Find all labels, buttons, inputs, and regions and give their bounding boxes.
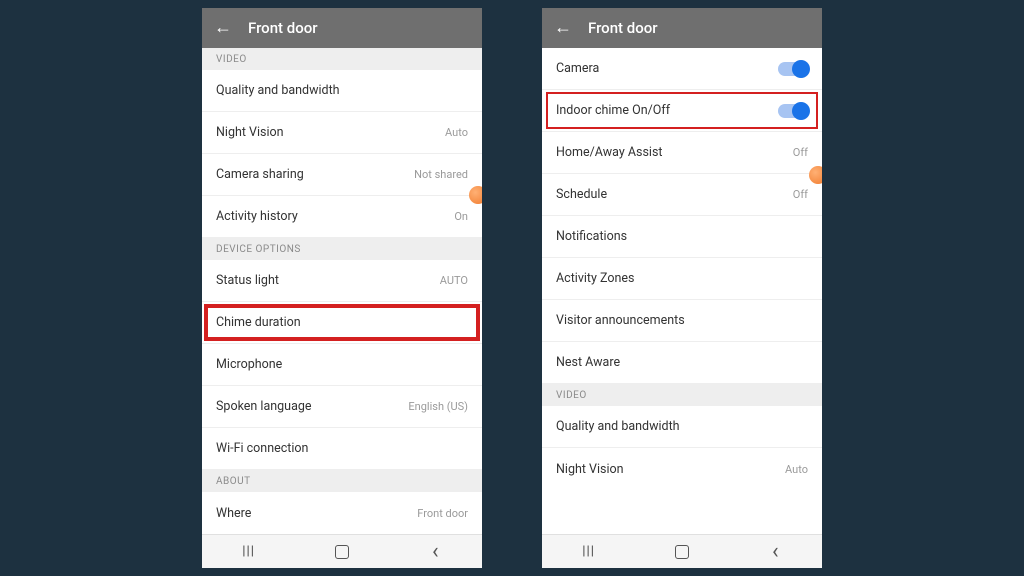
back-arrow-icon[interactable]: ← (214, 19, 232, 37)
row-label: Indoor chime On/Off (556, 103, 670, 118)
row-label: Camera (556, 61, 599, 76)
hint-dot-icon (809, 166, 822, 184)
row-value: Not shared (414, 168, 468, 181)
row-label: Night Vision (216, 125, 284, 140)
row-value: Auto (445, 126, 468, 139)
row-label: Schedule (556, 187, 607, 202)
row-label: Quality and bandwidth (216, 83, 340, 98)
nav-recent-icon[interactable] (577, 540, 601, 564)
row-label: Wi-Fi connection (216, 441, 308, 456)
toggle-switch[interactable] (778, 62, 808, 76)
row-label: Home/Away Assist (556, 145, 663, 160)
row-notifications[interactable]: Notifications (542, 216, 822, 258)
row-quality-bandwidth[interactable]: Quality and bandwidth (202, 70, 482, 112)
settings-list: Camera Indoor chime On/Off Home/Away Ass… (542, 48, 822, 534)
row-label: Night Vision (556, 462, 624, 477)
row-value: AUTO (440, 274, 468, 287)
section-device-options: DEVICE OPTIONS (202, 238, 482, 260)
row-schedule[interactable]: Schedule Off (542, 174, 822, 216)
page-title: Front door (248, 19, 318, 37)
row-value: On (454, 210, 468, 223)
row-value: English (US) (408, 400, 468, 413)
phone-right: ← Front door Camera Indoor chime On/Off … (542, 8, 822, 568)
row-value: Off (793, 188, 808, 201)
row-microphone[interactable]: Microphone (202, 344, 482, 386)
page-title: Front door (588, 19, 658, 37)
section-video: VIDEO (542, 384, 822, 406)
hint-dot-icon (469, 186, 482, 204)
android-navbar (202, 534, 482, 568)
nav-home-icon[interactable] (670, 540, 694, 564)
nav-recent-icon[interactable] (237, 540, 261, 564)
row-activity-zones[interactable]: Activity Zones (542, 258, 822, 300)
row-value: Off (793, 146, 808, 159)
row-value: Auto (785, 463, 808, 476)
row-night-vision[interactable]: Night Vision Auto (202, 112, 482, 154)
back-arrow-icon[interactable]: ← (554, 19, 572, 37)
appbar: ← Front door (542, 8, 822, 48)
row-wifi-connection[interactable]: Wi-Fi connection (202, 428, 482, 470)
row-home-away-assist[interactable]: Home/Away Assist Off (542, 132, 822, 174)
row-label: Quality and bandwidth (556, 419, 680, 434)
row-label: Microphone (216, 357, 282, 372)
row-label: Status light (216, 273, 279, 288)
nav-back-icon[interactable] (423, 540, 447, 564)
row-where[interactable]: Where Front door (202, 492, 482, 534)
row-spoken-language[interactable]: Spoken language English (US) (202, 386, 482, 428)
row-camera[interactable]: Camera (542, 48, 822, 90)
phone-left: ← Front door VIDEO Quality and bandwidth… (202, 8, 482, 568)
row-label: Chime duration (216, 315, 301, 330)
toggle-switch[interactable] (778, 104, 808, 118)
row-nest-aware[interactable]: Nest Aware (542, 342, 822, 384)
row-label: Spoken language (216, 399, 312, 414)
row-camera-sharing[interactable]: Camera sharing Not shared (202, 154, 482, 196)
section-about: ABOUT (202, 470, 482, 492)
row-label: Notifications (556, 229, 627, 244)
row-label: Where (216, 506, 251, 521)
row-label: Activity Zones (556, 271, 635, 286)
row-night-vision[interactable]: Night Vision Auto (542, 448, 822, 490)
settings-list: VIDEO Quality and bandwidth Night Vision… (202, 48, 482, 534)
nav-back-icon[interactable] (763, 540, 787, 564)
appbar: ← Front door (202, 8, 482, 48)
row-activity-history[interactable]: Activity history On (202, 196, 482, 238)
row-label: Camera sharing (216, 167, 304, 182)
row-quality-bandwidth[interactable]: Quality and bandwidth (542, 406, 822, 448)
row-indoor-chime[interactable]: Indoor chime On/Off (542, 90, 822, 132)
row-value: Front door (417, 507, 468, 520)
row-status-light[interactable]: Status light AUTO (202, 260, 482, 302)
row-chime-duration[interactable]: Chime duration (202, 302, 482, 344)
row-label: Activity history (216, 209, 298, 224)
row-label: Nest Aware (556, 355, 620, 370)
section-video: VIDEO (202, 48, 482, 70)
row-visitor-announcements[interactable]: Visitor announcements (542, 300, 822, 342)
nav-home-icon[interactable] (330, 540, 354, 564)
row-label: Visitor announcements (556, 313, 685, 328)
android-navbar (542, 534, 822, 568)
